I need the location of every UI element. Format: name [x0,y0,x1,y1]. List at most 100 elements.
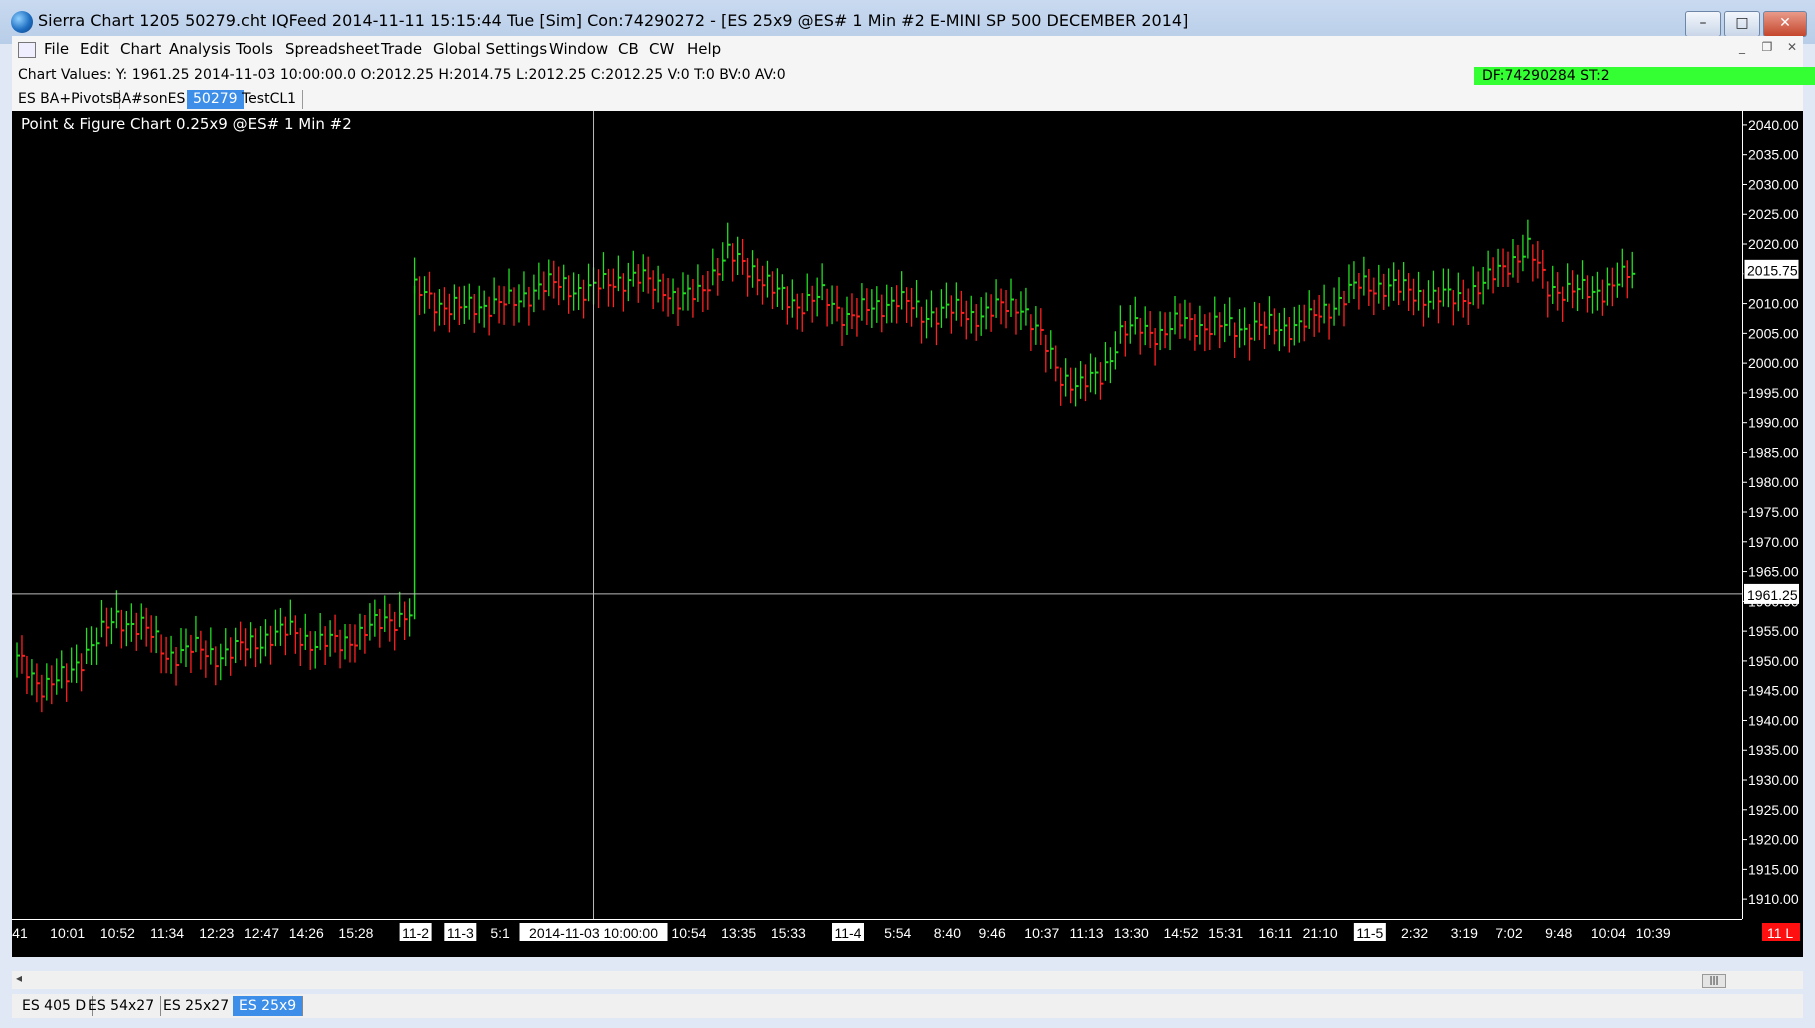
y-tick-label: 1935.00 [1748,742,1799,758]
x-tick-label: 10:01 [50,925,85,941]
x-tick-label: 13:30 [1114,925,1149,941]
menu-tools[interactable]: Tools [236,40,273,58]
window-title: Sierra Chart 1205 50279.cht IQFeed 2014-… [38,11,1189,30]
menu-bar: File Edit Chart Analysis Tools Spreadshe… [12,36,1803,65]
connection-status-badge: DF:74290284 ST:2 [1474,67,1815,85]
mdi-close-icon[interactable]: ✕ [1782,40,1802,58]
mdi-restore-icon[interactable]: ❐ [1757,40,1777,58]
x-tick-label: 9:46 [978,925,1005,941]
y-tick-label: 1995.00 [1748,385,1799,401]
y-tick-label: 1940.00 [1748,712,1799,728]
x-tick-label: 14:26 [289,925,324,941]
chart-values-bar: Chart Values: Y: 1961.25 2014-11-03 10:0… [12,64,1815,88]
x-tick-label: 10:04 [1591,925,1626,941]
menu-window[interactable]: Window [549,40,608,58]
x-tick-label: 11:13 [1070,925,1104,941]
y-tick-label: 1950.00 [1748,653,1799,669]
tab-ba-sones[interactable]: BA#sonES [106,90,193,109]
sierra-chart-window: Sierra Chart 1205 50279.cht IQFeed 2014-… [0,0,1815,1028]
x-tick-label: 12:47 [244,925,279,941]
globe-app-icon [11,11,33,33]
last-price-label: 2015.75 [1747,262,1798,278]
crosshair-y-label: 1961.25 [1747,587,1798,603]
y-tick-label: 1980.00 [1748,474,1799,490]
y-tick-label: 1920.00 [1748,832,1799,848]
menu-file[interactable]: File [44,40,69,58]
y-tick-label: 2025.00 [1748,206,1799,222]
menu-analysis[interactable]: Analysis [169,40,231,58]
y-tick-label: 1945.00 [1748,683,1799,699]
date-marker-label: 11-3 [447,925,474,941]
chart-values-text: Chart Values: Y: 1961.25 2014-11-03 10:0… [18,67,786,83]
scroll-left-icon[interactable]: ◂ [16,971,22,985]
y-tick-label: 2010.00 [1748,296,1799,312]
x-tick-label: 15:33 [771,925,806,941]
x-tick-label: 10:37 [1024,925,1059,941]
y-tick-label: 1925.00 [1748,802,1799,818]
menu-chart[interactable]: Chart [120,40,161,58]
bottom-chart-tabs: ES 405 D ES 54x27 ES 25x27 ES 25x9 [12,994,1803,1018]
chartbook-tabs: ES BA+Pivots BA#sonES 50279 TestCL1 [12,87,1803,111]
y-tick-label: 2030.00 [1748,176,1799,192]
x-tick-label: 14:52 [1163,925,1198,941]
x-tick-label: 15:31 [1208,925,1243,941]
menu-spreadsheet[interactable]: Spreadsheet [285,40,379,58]
menu-cb[interactable]: CB [618,40,639,58]
tab-es-25x27[interactable]: ES 25x27 [157,996,237,1016]
document-menu-icon[interactable] [18,42,36,58]
x-tick-label: 3:19 [1451,925,1478,941]
tab-es-54x27[interactable]: ES 54x27 [82,996,162,1016]
x-tick-label: 16:11 [1258,925,1292,941]
y-tick-label: 2035.00 [1748,147,1799,163]
y-tick-label: 1985.00 [1748,444,1799,460]
x-tick-label: 5:1 [490,925,510,941]
x-tick-label: 21:10 [1303,925,1338,941]
x-tick-label: 2:32 [1401,925,1428,941]
minimize-button[interactable]: – [1685,11,1721,37]
date-marker-label: 11-4 [834,925,861,941]
tab-es-ba-pivots[interactable]: ES BA+Pivots [12,90,120,109]
tab-testcl1[interactable]: TestCL1 [236,90,304,109]
x-tick-label: 12:23 [199,925,234,941]
corner-label: 11 L [1767,925,1793,941]
y-tick-label: 2005.00 [1748,325,1799,341]
close-button[interactable]: ✕ [1763,11,1807,37]
scroll-thumb[interactable]: ||| [1702,974,1726,988]
y-tick-label: 2000.00 [1748,355,1799,371]
menu-edit[interactable]: Edit [80,40,109,58]
x-tick-label: 11:34 [150,925,184,941]
x-tick-label: :41 [12,925,28,941]
y-tick-label: 1990.00 [1748,415,1799,431]
point-figure-chart[interactable]: 2040.00 2035.00 2030.00 2025.00 2020.00 2015.… [12,111,1803,957]
maximize-button[interactable]: □ [1724,11,1760,37]
x-tick-label: 8:40 [934,925,961,941]
date-marker-label: 11-5 [1356,925,1383,941]
y-tick-label: 1975.00 [1748,504,1799,520]
chart-canvas[interactable]: 2040.00 2035.00 2030.00 2025.00 2020.00 2015.… [12,111,1803,957]
tab-es-25x9[interactable]: ES 25x9 [233,996,304,1016]
y-tick-label: 1955.00 [1748,623,1799,639]
x-tick-label: 7:02 [1495,925,1522,941]
menu-help[interactable]: Help [687,40,721,58]
y-tick-label: 2040.00 [1748,117,1799,133]
horizontal-scrollbar[interactable]: ◂ ||| [12,971,1803,989]
mdi-minimize-icon[interactable]: _ [1732,40,1752,58]
x-tick-label: 5:54 [884,925,911,941]
x-tick-label: 10:39 [1636,925,1671,941]
y-tick-label: 1910.00 [1748,891,1799,907]
x-tick-label: 10:52 [100,925,135,941]
chart-title: Point & Figure Chart 0.25x9 @ES# 1 Min #… [21,115,352,133]
x-tick-label: 9:48 [1545,925,1572,941]
y-tick-label: 1915.00 [1748,861,1799,877]
crosshair-x-label: 2014-11-03 10:00:00 [529,925,658,941]
menu-trade[interactable]: Trade [381,40,422,58]
y-tick-label: 1965.00 [1748,564,1799,580]
menu-global-settings[interactable]: Global Settings [433,40,547,58]
date-marker-label: 11-2 [402,925,429,941]
x-tick-label: 10:54 [671,925,706,941]
y-tick-label: 1930.00 [1748,772,1799,788]
menu-cw[interactable]: CW [649,40,674,58]
x-tick-label: 13:35 [721,925,756,941]
y-tick-label: 2020.00 [1748,236,1799,252]
x-tick-label: 15:28 [338,925,373,941]
